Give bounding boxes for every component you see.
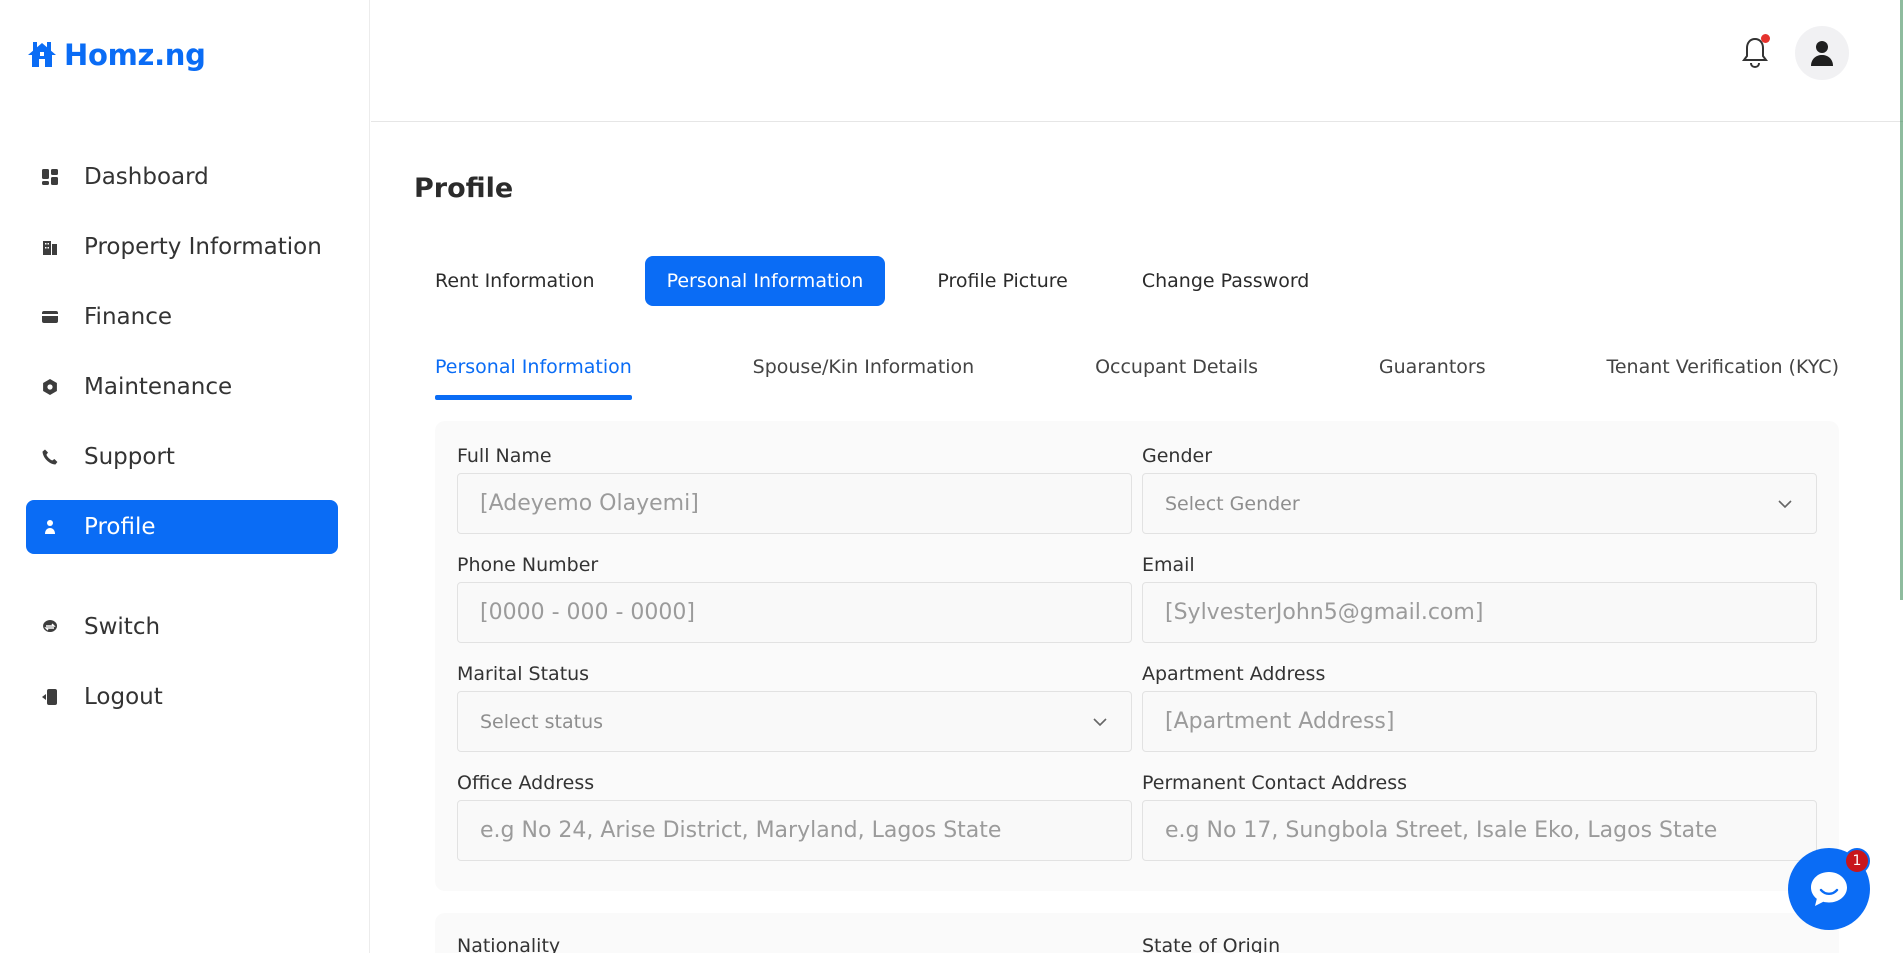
chat-icon (1811, 872, 1847, 906)
nationality-field: Nationality (457, 935, 1132, 953)
top-bar (371, 0, 1903, 122)
personal-subtabs: Personal Information Spouse/Kin Informat… (435, 355, 1839, 403)
email-field: Email [SylvesterJohn5@gmail.com] (1142, 554, 1817, 643)
tab-profile-picture[interactable]: Profile Picture (915, 256, 1089, 306)
sidebar-item-profile[interactable]: Profile (26, 500, 338, 554)
gender-field: Gender Select Gender (1142, 445, 1817, 534)
sidebar-item-finance[interactable]: Finance (26, 290, 338, 344)
sidebar-item-label: Switch (84, 614, 161, 640)
house-logo-icon (28, 42, 56, 67)
profile-tabs: Rent Information Personal Information Pr… (435, 256, 1361, 306)
subtab-personal-information[interactable]: Personal Information (435, 355, 632, 403)
gear-icon (38, 375, 62, 399)
state-of-origin-field: State of Origin (1142, 935, 1817, 953)
office-address-input[interactable]: e.g No 24, Arise District, Maryland, Lag… (457, 800, 1132, 861)
chevron-down-icon (1778, 499, 1792, 508)
gender-label: Gender (1142, 445, 1213, 467)
subtab-occupant-details[interactable]: Occupant Details (1095, 355, 1258, 403)
sidebar-item-switch[interactable]: Switch (26, 600, 338, 654)
building-icon (38, 235, 62, 259)
apartment-address-field: Apartment Address [Apartment Address] (1142, 663, 1817, 752)
personal-info-form: Full Name [Adeyemo Olayemi] Gender Selec… (435, 421, 1839, 891)
phone-icon (38, 445, 62, 469)
gender-select[interactable]: Select Gender (1142, 473, 1817, 534)
tab-rent-information[interactable]: Rent Information (435, 256, 617, 306)
phone-input[interactable]: [0000 - 000 - 0000] (457, 582, 1132, 643)
marital-status-value: Select status (480, 710, 604, 733)
email-label: Email (1142, 554, 1195, 576)
dashboard-icon (38, 165, 62, 189)
notification-button[interactable] (1738, 34, 1772, 72)
sidebar-item-support[interactable]: Support (26, 430, 338, 484)
marital-status-select[interactable]: Select status (457, 691, 1132, 752)
state-of-origin-label: State of Origin (1142, 935, 1281, 953)
logout-icon (38, 685, 62, 709)
switch-icon (38, 615, 62, 639)
gender-select-value: Select Gender (1165, 492, 1300, 515)
phone-field: Phone Number [0000 - 000 - 0000] (457, 554, 1132, 643)
marital-status-field: Marital Status Select status (457, 663, 1132, 752)
subtab-spouse-kin-information[interactable]: Spouse/Kin Information (753, 355, 975, 403)
phone-label: Phone Number (457, 554, 599, 576)
permanent-address-input[interactable]: e.g No 17, Sungbola Street, Isale Eko, L… (1142, 800, 1817, 861)
user-icon (38, 515, 62, 539)
sidebar-item-label: Profile (84, 514, 156, 540)
wallet-icon (38, 305, 62, 329)
tab-change-password[interactable]: Change Password (1120, 256, 1332, 306)
chevron-down-icon (1093, 717, 1107, 726)
sidebar-item-maintenance[interactable]: Maintenance (26, 360, 338, 414)
chat-badge: 1 (1844, 848, 1870, 874)
user-avatar-icon (1811, 41, 1833, 66)
office-address-label: Office Address (457, 772, 595, 794)
marital-status-label: Marital Status (457, 663, 590, 685)
avatar[interactable] (1795, 26, 1849, 80)
tab-personal-information[interactable]: Personal Information (644, 256, 886, 306)
apartment-address-label: Apartment Address (1142, 663, 1326, 685)
sidebar-item-dashboard[interactable]: Dashboard (26, 150, 338, 204)
full-name-label: Full Name (457, 445, 552, 467)
nationality-label: Nationality (457, 935, 561, 953)
subtab-guarantors[interactable]: Guarantors (1379, 355, 1486, 403)
sidebar-item-label: Logout (84, 684, 163, 710)
notification-dot (1761, 34, 1770, 43)
sidebar-nav: Dashboard Property Information Finance M… (26, 150, 338, 740)
sidebar-item-property-information[interactable]: Property Information (26, 220, 338, 274)
origin-form: Nationality State of Origin (435, 913, 1839, 953)
sidebar-item-label: Finance (84, 304, 172, 330)
brand-name: Homz.ng (64, 38, 206, 72)
page-title: Profile (414, 173, 514, 204)
sidebar-item-label: Property Information (84, 234, 322, 260)
sidebar-item-label: Dashboard (84, 164, 209, 190)
logo[interactable]: Homz.ng (26, 38, 206, 72)
sidebar-item-logout[interactable]: Logout (26, 670, 338, 724)
chat-button[interactable]: 1 (1788, 848, 1870, 930)
sidebar-item-label: Maintenance (84, 374, 233, 400)
permanent-address-label: Permanent Contact Address (1142, 772, 1407, 794)
full-name-field: Full Name [Adeyemo Olayemi] (457, 445, 1132, 534)
main-content: Profile Rent Information Personal Inform… (371, 123, 1903, 953)
subtab-tenant-verification[interactable]: Tenant Verification (KYC) (1606, 355, 1839, 403)
sidebar-item-label: Support (84, 444, 175, 470)
permanent-address-field: Permanent Contact Address e.g No 17, Sun… (1142, 772, 1817, 861)
apartment-address-input[interactable]: [Apartment Address] (1142, 691, 1817, 752)
sidebar: Homz.ng Dashboard Property Information F… (0, 0, 370, 953)
office-address-field: Office Address e.g No 24, Arise District… (457, 772, 1132, 861)
full-name-input[interactable]: [Adeyemo Olayemi] (457, 473, 1132, 534)
email-input[interactable]: [SylvesterJohn5@gmail.com] (1142, 582, 1817, 643)
